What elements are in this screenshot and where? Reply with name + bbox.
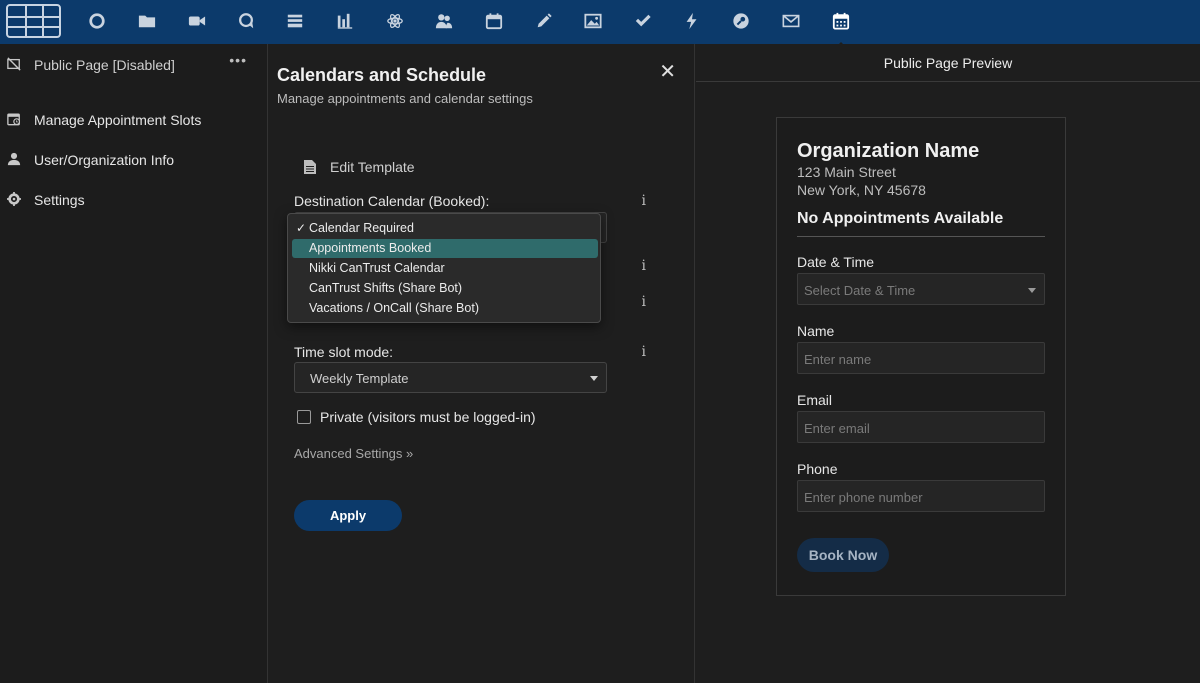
stack-icon[interactable] (284, 10, 306, 32)
info-icon[interactable]: i (642, 344, 646, 360)
lightning-icon[interactable] (681, 10, 703, 32)
phone-field[interactable]: Enter phone number (797, 480, 1045, 512)
chevron-down-icon (1028, 288, 1036, 293)
panel-subtitle: Manage appointments and calendar setting… (277, 91, 533, 106)
sidebar-item-label: Manage Appointment Slots (34, 112, 202, 128)
edit-template-label: Edit Template (330, 159, 415, 175)
option-label: CanTrust Shifts (Share Bot) (309, 281, 463, 295)
name-placeholder: Enter name (804, 352, 872, 367)
destination-calendar-label: Destination Calendar (Booked): (294, 193, 490, 209)
option-label: Calendar Required (309, 221, 414, 235)
dropdown-option-cantrust-shifts[interactable]: CanTrust Shifts (Share Bot) (292, 279, 598, 298)
info-icon[interactable]: i (642, 258, 646, 274)
dropdown-option-nikki-cantrust-calendar[interactable]: Nikki CanTrust Calendar (292, 259, 598, 278)
image-icon[interactable] (582, 10, 604, 32)
name-field[interactable]: Enter name (797, 342, 1045, 374)
atom-icon[interactable] (384, 10, 406, 32)
calendar-icon[interactable] (483, 10, 505, 32)
top-toolbar (0, 0, 1200, 48)
document-icon (304, 160, 316, 174)
chevron-down-icon (590, 376, 598, 381)
dropdown-option-calendar-required[interactable]: ✓ Calendar Required (292, 219, 598, 238)
close-icon[interactable]: ✕ (659, 59, 676, 84)
dropdown-option-vacations-oncall[interactable]: Vacations / OnCall (Share Bot) (292, 299, 598, 318)
public-page-toggle[interactable]: Public Page [Disabled] (0, 51, 268, 79)
divider (797, 236, 1045, 237)
date-time-placeholder: Select Date & Time (804, 283, 916, 298)
edit-template-link[interactable]: Edit Template (304, 157, 415, 177)
users-icon[interactable] (433, 10, 455, 32)
option-label: Vacations / OnCall (Share Bot) (309, 301, 479, 315)
calendar-clock-icon (7, 112, 21, 126)
email-label: Email (797, 392, 833, 408)
time-slot-mode-value: Weekly Template (310, 371, 409, 386)
email-placeholder: Enter email (804, 421, 870, 436)
option-label: Appointments Booked (309, 241, 432, 255)
video-icon[interactable] (186, 10, 208, 32)
circle-icon[interactable] (86, 10, 108, 32)
gear-icon (7, 192, 21, 206)
sidebar-item-user-organization-info[interactable]: User/Organization Info (0, 146, 268, 174)
organization-name: Organization Name (797, 140, 980, 162)
more-options-icon[interactable]: ••• (229, 52, 247, 68)
book-now-button[interactable]: Book Now (797, 538, 889, 572)
time-slot-mode-label: Time slot mode: (294, 344, 394, 360)
folder-icon[interactable] (136, 10, 158, 32)
public-page-preview-card: Organization Name 123 Main Street New Yo… (776, 117, 1066, 596)
user-icon (7, 152, 21, 166)
checkmark-icon: ✓ (296, 221, 307, 235)
address-street: 123 Main Street (797, 164, 896, 180)
calendar-dropdown-menu: ✓ Calendar Required Appointments Booked … (287, 213, 601, 323)
date-time-select[interactable]: Select Date & Time (797, 273, 1045, 305)
public-page-label: Public Page [Disabled] (34, 57, 175, 73)
sidebar-item-settings[interactable]: Settings (0, 186, 268, 214)
bar-chart-icon[interactable] (334, 10, 356, 32)
email-field[interactable]: Enter email (797, 411, 1045, 443)
phone-label: Phone (797, 461, 838, 477)
preview-header: Public Page Preview (696, 44, 1200, 82)
time-slot-mode-select[interactable]: Weekly Template (294, 362, 607, 393)
info-icon[interactable]: i (642, 294, 646, 310)
date-time-label: Date & Time (797, 254, 875, 270)
name-label: Name (797, 323, 835, 339)
sidebar-item-manage-appointment-slots[interactable]: Manage Appointment Slots (0, 106, 268, 134)
calendar-grid-icon[interactable] (830, 10, 852, 48)
grid-logo-icon[interactable] (6, 4, 61, 38)
info-icon[interactable]: i (642, 193, 646, 209)
checkmark-icon[interactable] (632, 10, 654, 32)
calendars-panel: Calendars and Schedule Manage appointmen… (269, 44, 695, 683)
apply-button[interactable]: Apply (294, 500, 402, 531)
public-page-disabled-icon (7, 57, 21, 71)
private-checkbox-label[interactable]: Private (visitors must be logged-in) (320, 409, 536, 425)
phone-placeholder: Enter phone number (804, 490, 923, 505)
sidebar-item-label: User/Organization Info (34, 152, 175, 168)
panel-title: Calendars and Schedule (277, 65, 487, 85)
option-label: Nikki CanTrust Calendar (309, 261, 445, 275)
advanced-settings-link[interactable]: Advanced Settings » (294, 446, 413, 461)
pencil-icon[interactable] (533, 10, 555, 32)
dropdown-option-appointments-booked[interactable]: Appointments Booked (292, 239, 598, 258)
address-city: New York, NY 45678 (797, 182, 926, 198)
sidebar: Public Page [Disabled] ••• Manage Appoin… (0, 44, 268, 683)
no-appointments-heading: No Appointments Available (797, 210, 1004, 227)
sidebar-item-label: Settings (34, 192, 85, 208)
private-checkbox[interactable] (297, 410, 311, 424)
mail-icon[interactable] (780, 10, 802, 32)
wrench-icon[interactable] (730, 10, 752, 32)
chat-bubble-icon[interactable] (235, 10, 257, 32)
